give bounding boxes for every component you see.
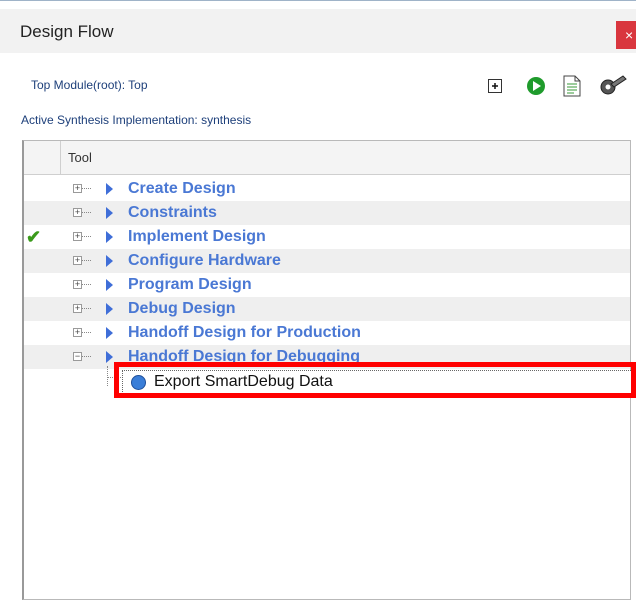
group-arrow-icon [106,231,113,243]
group-arrow-icon [106,255,113,267]
tree-item-label: Constraints [128,204,217,221]
group-arrow-icon [106,303,113,315]
tree-item-debug-design[interactable]: + Debug Design [24,297,630,321]
tree-item-label: Debug Design [128,300,236,317]
tree-connector [82,236,91,237]
tree-item-handoff-production[interactable]: + Handoff Design for Production [24,321,630,345]
tree-connector [82,332,91,333]
header-separator [60,141,61,174]
group-arrow-icon [106,327,113,339]
expand-toggle-icon[interactable]: + [73,256,82,265]
report-icon[interactable] [561,74,583,98]
expand-toggle-icon[interactable]: + [73,208,82,217]
check-icon: ✔ [26,227,42,247]
options-icon[interactable] [598,74,628,98]
tree-item-label: Handoff Design for Production [128,324,361,341]
expand-all-icon[interactable] [486,74,504,98]
tree-connector [82,212,91,213]
tree-connector [82,188,91,189]
tree-item-label: Configure Hardware [128,252,281,269]
child-connector [107,366,108,386]
highlight-box [114,362,636,398]
active-synthesis-label: Active Synthesis Implementation: synthes… [21,113,252,127]
top-module-label: Top Module(root): Top [31,78,148,92]
tree-item-label: Implement Design [128,228,266,245]
expand-toggle-icon[interactable]: + [73,328,82,337]
tree-connector [82,308,91,309]
group-arrow-icon [106,279,113,291]
close-button[interactable]: × [616,21,636,49]
tree-item-create-design[interactable]: + Create Design [24,177,630,201]
tree-connector [82,260,91,261]
tree-item-constraints[interactable]: + Constraints [24,201,630,225]
tree-item-label: Program Design [128,276,252,293]
tree-item-implement-design[interactable]: ✔ + Implement Design [24,225,630,249]
window-top-edge [0,0,636,9]
group-arrow-icon [106,183,113,195]
tree-item-label: Create Design [128,180,236,197]
expand-toggle-icon[interactable]: + [73,304,82,313]
expand-toggle-icon[interactable]: + [73,280,82,289]
group-arrow-icon [106,351,113,363]
tree-connector [82,356,91,357]
run-icon[interactable] [525,74,547,98]
expand-toggle-icon[interactable]: + [73,184,82,193]
group-arrow-icon [106,207,113,219]
tree-connector [82,284,91,285]
expand-toggle-icon[interactable]: + [73,232,82,241]
tree-item-configure-hardware[interactable]: + Configure Hardware [24,249,630,273]
tree-item-program-design[interactable]: + Program Design [24,273,630,297]
panel-title: Design Flow [20,22,114,41]
tree-header: Tool [24,141,630,175]
tool-column-header[interactable]: Tool [68,150,92,165]
collapse-toggle-icon[interactable]: − [73,352,82,361]
